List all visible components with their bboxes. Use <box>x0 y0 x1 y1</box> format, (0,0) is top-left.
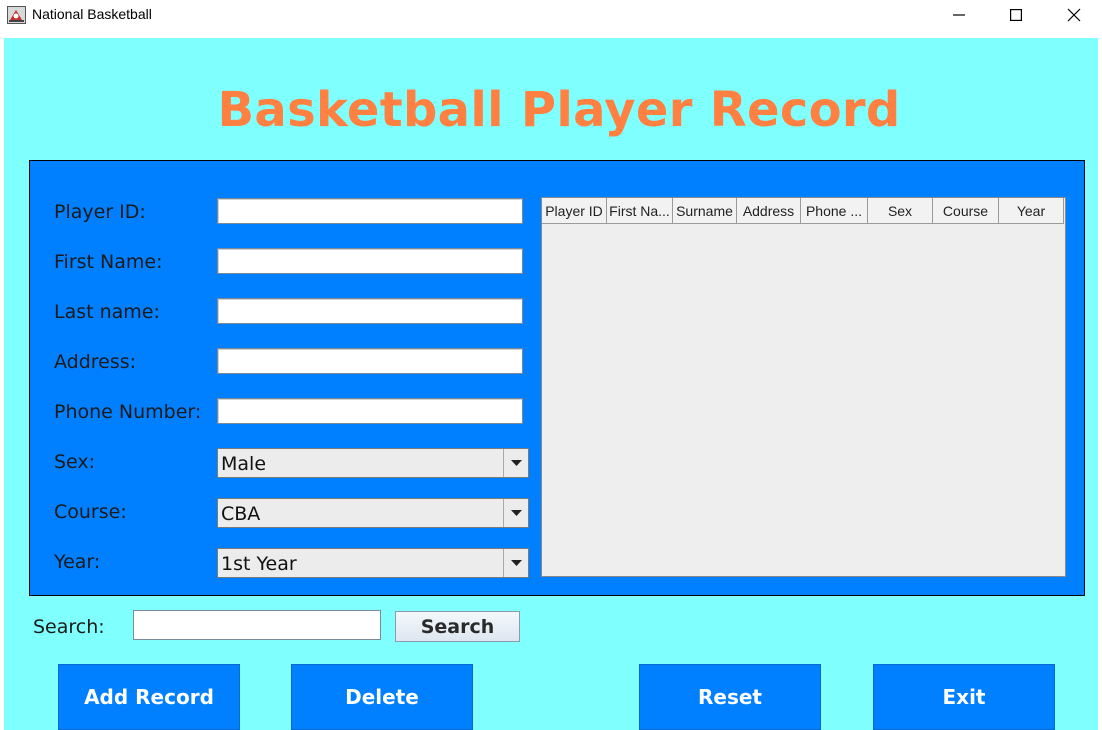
search-button[interactable]: Search <box>395 611 520 642</box>
sex-label: Sex: <box>54 451 96 473</box>
exit-button[interactable]: Exit <box>873 664 1055 730</box>
page-title: Basketball Player Record <box>217 82 901 138</box>
add-record-button[interactable]: Add Record <box>58 664 240 730</box>
player-records-table[interactable]: Player ID First Na... Surname Address Ph… <box>541 197 1066 577</box>
column-header-sex[interactable]: Sex <box>868 198 933 224</box>
first-name-label: First Name: <box>54 251 163 273</box>
column-header-surname[interactable]: Surname <box>673 198 737 224</box>
minimize-icon <box>953 14 965 16</box>
chevron-down-icon[interactable] <box>503 549 528 577</box>
close-icon <box>1067 8 1081 22</box>
minimize-button[interactable] <box>930 0 988 30</box>
column-header-year[interactable]: Year <box>999 198 1064 224</box>
year-label: Year: <box>54 551 101 573</box>
title-bar: National Basketball <box>0 0 1102 30</box>
phone-number-label: Phone Number: <box>54 401 202 423</box>
player-form-panel: Player ID: First Name: Last name: Addres… <box>29 160 1085 596</box>
maximize-icon <box>1010 9 1022 21</box>
address-label: Address: <box>54 351 137 373</box>
close-button[interactable] <box>1045 0 1102 30</box>
course-label: Course: <box>54 501 127 523</box>
last-name-input[interactable] <box>217 298 523 324</box>
maximize-button[interactable] <box>987 0 1045 30</box>
phone-number-input[interactable] <box>217 398 523 424</box>
column-header-player-id[interactable]: Player ID <box>542 198 607 224</box>
main-frame: Basketball Player Record Player ID: Firs… <box>4 38 1098 730</box>
address-input[interactable] <box>217 348 523 374</box>
table-header: Player ID First Na... Surname Address Ph… <box>542 198 1064 224</box>
column-header-phone[interactable]: Phone ... <box>801 198 868 224</box>
search-label: Search: <box>33 616 105 638</box>
course-select-value: CBA <box>221 503 261 525</box>
column-header-first-name[interactable]: First Na... <box>607 198 673 224</box>
window-title: National Basketball <box>32 6 152 22</box>
sex-select[interactable]: Male <box>217 448 529 478</box>
java-duke-icon <box>7 6 26 24</box>
chevron-down-icon[interactable] <box>503 499 528 527</box>
player-id-label: Player ID: <box>54 201 146 223</box>
course-select[interactable]: CBA <box>217 498 529 528</box>
last-name-label: Last name: <box>54 301 160 323</box>
sex-select-value: Male <box>221 453 267 475</box>
column-header-address[interactable]: Address <box>737 198 801 224</box>
year-select[interactable]: 1st Year <box>217 548 529 578</box>
search-input[interactable] <box>133 610 381 640</box>
year-select-value: 1st Year <box>221 553 297 575</box>
column-header-course[interactable]: Course <box>933 198 999 224</box>
delete-button[interactable]: Delete <box>291 664 473 730</box>
first-name-input[interactable] <box>217 248 523 274</box>
reset-button[interactable]: Reset <box>639 664 821 730</box>
chevron-down-icon[interactable] <box>503 449 528 477</box>
player-id-input[interactable] <box>217 198 523 224</box>
